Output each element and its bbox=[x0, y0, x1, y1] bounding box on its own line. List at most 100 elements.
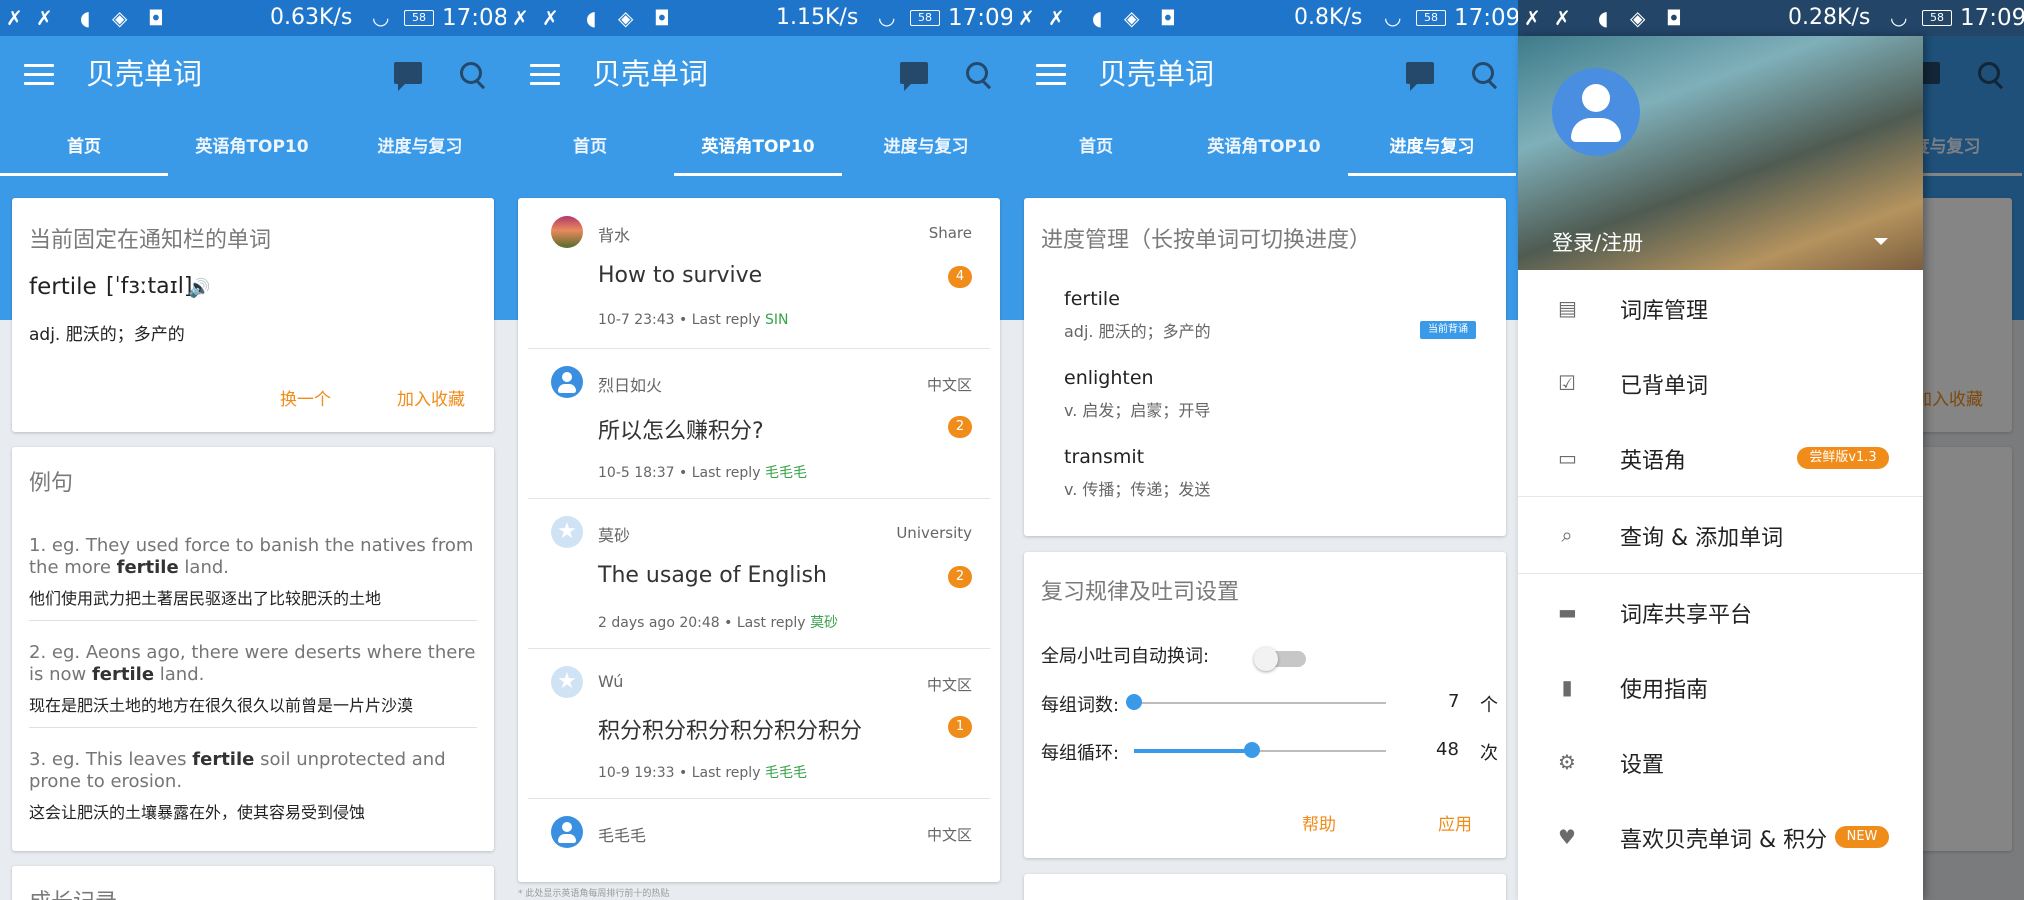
drawer-item-settings[interactable]: ⚙ 设置 bbox=[1518, 732, 1923, 792]
menu-icon[interactable] bbox=[530, 64, 560, 91]
tab-progress[interactable]: 进度与复习 bbox=[336, 132, 504, 172]
favorite-button[interactable]: 加入收藏 bbox=[397, 385, 465, 410]
vpn-icon: ◈ bbox=[618, 6, 634, 30]
card-title: 进度管理（长按单词可切换进度） bbox=[1041, 228, 1372, 253]
examples-card: 例句 1. eg. They used force to banish the … bbox=[12, 447, 494, 851]
progress-screen: ✗ ✗ ◖ ◈ ◘ 0.8K/s ◡ 58 17:09 贝壳单词 首页 英语角T… bbox=[1012, 0, 1518, 900]
search-icon[interactable] bbox=[966, 62, 988, 84]
drawer-item-label: 喜欢贝壳单词 & 积分 bbox=[1620, 828, 1828, 853]
home-screen: ✗ ✗ ◖ ◈ ◘ 0.63K/s ◡ 58 17:08 贝壳单词 首页 英语角… bbox=[0, 0, 506, 900]
reply-count-badge: 2 bbox=[948, 416, 972, 438]
chat-icon[interactable] bbox=[900, 62, 928, 91]
group-words-value: 7 bbox=[1448, 691, 1460, 712]
wifi-icon: ◡ bbox=[372, 5, 390, 29]
divider bbox=[29, 727, 477, 728]
post-title[interactable]: How to survive bbox=[598, 263, 762, 288]
group-cycles-slider[interactable] bbox=[1244, 742, 1261, 758]
post-title[interactable]: 所以怎么赚积分? bbox=[598, 413, 764, 445]
drawer-item-label: 使用指南 bbox=[1620, 678, 1709, 703]
tab-label: 进度与复习 bbox=[1389, 137, 1475, 157]
tab-top10[interactable]: 英语角TOP10 bbox=[168, 132, 336, 172]
tab-home[interactable]: 首页 bbox=[1012, 132, 1180, 172]
user-avatar[interactable] bbox=[1552, 68, 1640, 156]
sim-icon: ✗ bbox=[542, 6, 559, 30]
post-meta: 10-9 19:33 • Last reply 毛毛毛 bbox=[598, 765, 807, 781]
clipboard-check-icon: ☑ bbox=[1558, 371, 1576, 395]
growth-card: 成长记录 bbox=[12, 866, 494, 900]
avatar bbox=[551, 216, 583, 248]
tab-indicator bbox=[674, 173, 842, 176]
apply-button[interactable]: 应用 bbox=[1438, 810, 1472, 835]
clock: 17:09 bbox=[1960, 5, 2024, 31]
app-title: 贝壳单词 bbox=[592, 57, 709, 91]
gear-icon: ⚙ bbox=[1558, 750, 1576, 774]
help-button[interactable]: 帮助 bbox=[1302, 810, 1336, 835]
post-title[interactable]: 积分积分积分积分积分积分 bbox=[598, 713, 862, 745]
tab-home[interactable]: 首页 bbox=[506, 132, 674, 172]
nav-drawer: 登录/注册 ▤ 词库管理 ☑ 已背单词 ▭ 英语角 尝鲜版v1.3 ⌕ 查询 &… bbox=[1518, 36, 1923, 900]
card-title: 成长记录 bbox=[29, 884, 117, 900]
sim-icon: ✗ bbox=[36, 6, 53, 30]
drawer-item-learned[interactable]: ☑ 已背单词 bbox=[1518, 353, 1923, 413]
login-register[interactable]: 登录/注册 bbox=[1552, 227, 1643, 257]
sync-icon: ◘ bbox=[1666, 6, 1682, 30]
group-cycles-fill bbox=[1134, 749, 1253, 753]
tab-label: 进度与复习 bbox=[377, 137, 463, 157]
current-tag: 当前背诵 bbox=[1420, 321, 1476, 339]
divider bbox=[528, 348, 990, 349]
tab-progress[interactable]: 进度与复习 bbox=[842, 132, 1010, 172]
drawer-item-english-corner[interactable]: ▭ 英语角 尝鲜版v1.3 bbox=[1518, 428, 1923, 488]
search-icon[interactable] bbox=[1472, 62, 1494, 84]
drawer-item-search-add[interactable]: ⌕ 查询 & 添加单词 bbox=[1518, 505, 1923, 565]
sim-icon: ✗ bbox=[1018, 6, 1035, 30]
drawer-item-library[interactable]: ▤ 词库管理 bbox=[1518, 278, 1923, 338]
auto-toast-switch[interactable] bbox=[1254, 647, 1308, 671]
menu-icon[interactable] bbox=[1036, 64, 1066, 91]
tab-indicator bbox=[0, 173, 168, 176]
divider bbox=[29, 620, 477, 621]
app-notify-icon: ◖ bbox=[586, 6, 597, 30]
avatar bbox=[551, 816, 583, 848]
clock: 17:08 bbox=[442, 5, 506, 31]
progress-word-def: adj. 肥沃的；多产的 bbox=[1064, 322, 1211, 341]
tab-label: 英语角TOP10 bbox=[195, 137, 309, 157]
menu-icon[interactable] bbox=[24, 64, 54, 91]
progress-word[interactable]: transmit bbox=[1064, 446, 1144, 468]
sync-icon: ◘ bbox=[1160, 6, 1176, 30]
example-translation: 现在是肥沃土地的地方在很久很久以前曾是一片片沙漠 bbox=[29, 696, 414, 715]
progress-word[interactable]: fertile bbox=[1064, 288, 1120, 310]
group-cycles-unit: 次 bbox=[1480, 743, 1498, 764]
drawer-item-label: 词库共享平台 bbox=[1620, 603, 1753, 628]
drawer-item-share-platform[interactable]: ▬ 词库共享平台 bbox=[1518, 582, 1923, 642]
version-badge: 尝鲜版v1.3 bbox=[1797, 447, 1889, 469]
dropdown-icon[interactable] bbox=[1874, 238, 1888, 245]
post-author: Wú bbox=[598, 672, 624, 691]
top10-screen: ✗ ✗ ◖ ◈ ◘ 1.15K/s ◡ 58 17:09 贝壳单词 首页 英语角… bbox=[506, 0, 1012, 900]
group-words-track bbox=[1134, 702, 1386, 704]
group-words-slider[interactable] bbox=[1126, 694, 1142, 710]
reply-count-badge: 4 bbox=[948, 266, 972, 288]
drawer-item-label: 查询 & 添加单词 bbox=[1620, 526, 1784, 551]
chat-icon[interactable] bbox=[394, 62, 422, 91]
tab-home[interactable]: 首页 bbox=[0, 132, 168, 176]
progress-word[interactable]: enlighten bbox=[1064, 367, 1154, 389]
chat-icon[interactable] bbox=[1406, 62, 1434, 91]
change-button[interactable]: 换一个 bbox=[280, 385, 331, 410]
drawer-item-like[interactable]: ♥ 喜欢贝壳单词 & 积分 NEW bbox=[1518, 807, 1923, 867]
reply-count-badge: 2 bbox=[948, 566, 972, 588]
card-title: 当前固定在通知栏的单词 bbox=[29, 228, 272, 253]
book-icon: ▮ bbox=[1561, 675, 1573, 699]
app-title: 贝壳单词 bbox=[1098, 57, 1215, 91]
speaker-icon[interactable]: 🔊 bbox=[188, 278, 210, 299]
drawer-item-guide[interactable]: ▮ 使用指南 bbox=[1518, 657, 1923, 717]
vpn-icon: ◈ bbox=[1630, 6, 1646, 30]
heart-icon: ♥ bbox=[1558, 825, 1576, 849]
post-title[interactable]: The usage of English bbox=[598, 563, 827, 588]
search-icon[interactable] bbox=[460, 62, 482, 84]
sim-icon: ✗ bbox=[512, 6, 529, 30]
post-board: 中文区 bbox=[926, 826, 972, 844]
tab-progress[interactable]: 进度与复习 bbox=[1348, 132, 1516, 176]
divider bbox=[1518, 496, 1923, 497]
tab-top10[interactable]: 英语角TOP10 bbox=[1180, 132, 1348, 172]
tab-top10[interactable]: 英语角TOP10 bbox=[674, 132, 842, 176]
